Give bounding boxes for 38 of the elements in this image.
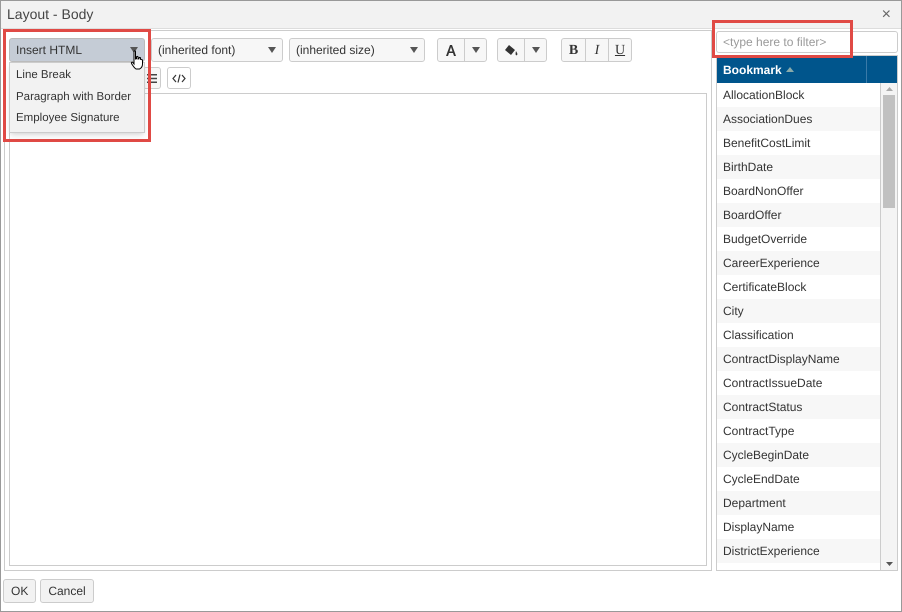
dialog-button[interactable]: Cancel [40, 579, 94, 603]
table-cell[interactable]: BoardOffer [717, 203, 880, 227]
list-icon [147, 74, 157, 82]
table-cell[interactable]: City [717, 299, 880, 323]
table-cell[interactable]: CycleBeginDate [717, 443, 880, 467]
hand-cursor-icon [129, 50, 145, 70]
table-cell[interactable]: CareerExperience [717, 251, 880, 275]
source-code-button[interactable] [167, 67, 191, 89]
scrollbar[interactable] [881, 83, 897, 570]
format-button[interactable]: B [562, 39, 585, 61]
scroll-up-icon [886, 87, 892, 91]
scroll-down-icon [886, 562, 892, 566]
menu-item[interactable]: Paragraph with Border [10, 86, 144, 108]
caret-icon [410, 47, 418, 53]
menu-item[interactable]: Employee Signature [10, 108, 144, 130]
table-cell[interactable]: AssociationDues [717, 107, 880, 131]
code-icon [172, 74, 186, 82]
table-cell[interactable]: Department [717, 491, 880, 515]
caret-icon [472, 47, 480, 53]
table-cell[interactable]: BirthDate [717, 155, 880, 179]
menu-item[interactable]: Line Break [10, 65, 144, 86]
scrollbar-thumb[interactable] [883, 95, 895, 208]
format-button[interactable]: U [608, 39, 631, 61]
window-title: Layout - Body [7, 5, 94, 24]
dropdown-select[interactable]: (inherited font) [151, 38, 283, 62]
filter-field[interactable]: <type here to filter> [716, 31, 898, 53]
caret-icon [532, 47, 540, 53]
table-cell[interactable]: ContractStatus [717, 395, 880, 419]
caret-icon [268, 47, 276, 53]
close-button[interactable]: × [878, 2, 895, 26]
format-button[interactable]: I [585, 39, 608, 61]
insert-html-dropdown[interactable]: Insert HTML [9, 38, 145, 62]
table-cell[interactable]: DistrictExperience [717, 539, 880, 563]
font-color-icon [446, 44, 456, 56]
dropdown-select[interactable]: (inherited size) [289, 38, 425, 62]
dialog-button[interactable]: OK [3, 579, 36, 603]
paint-bucket-icon [504, 44, 518, 56]
table-cell[interactable]: ContractDisplayName [717, 347, 880, 371]
